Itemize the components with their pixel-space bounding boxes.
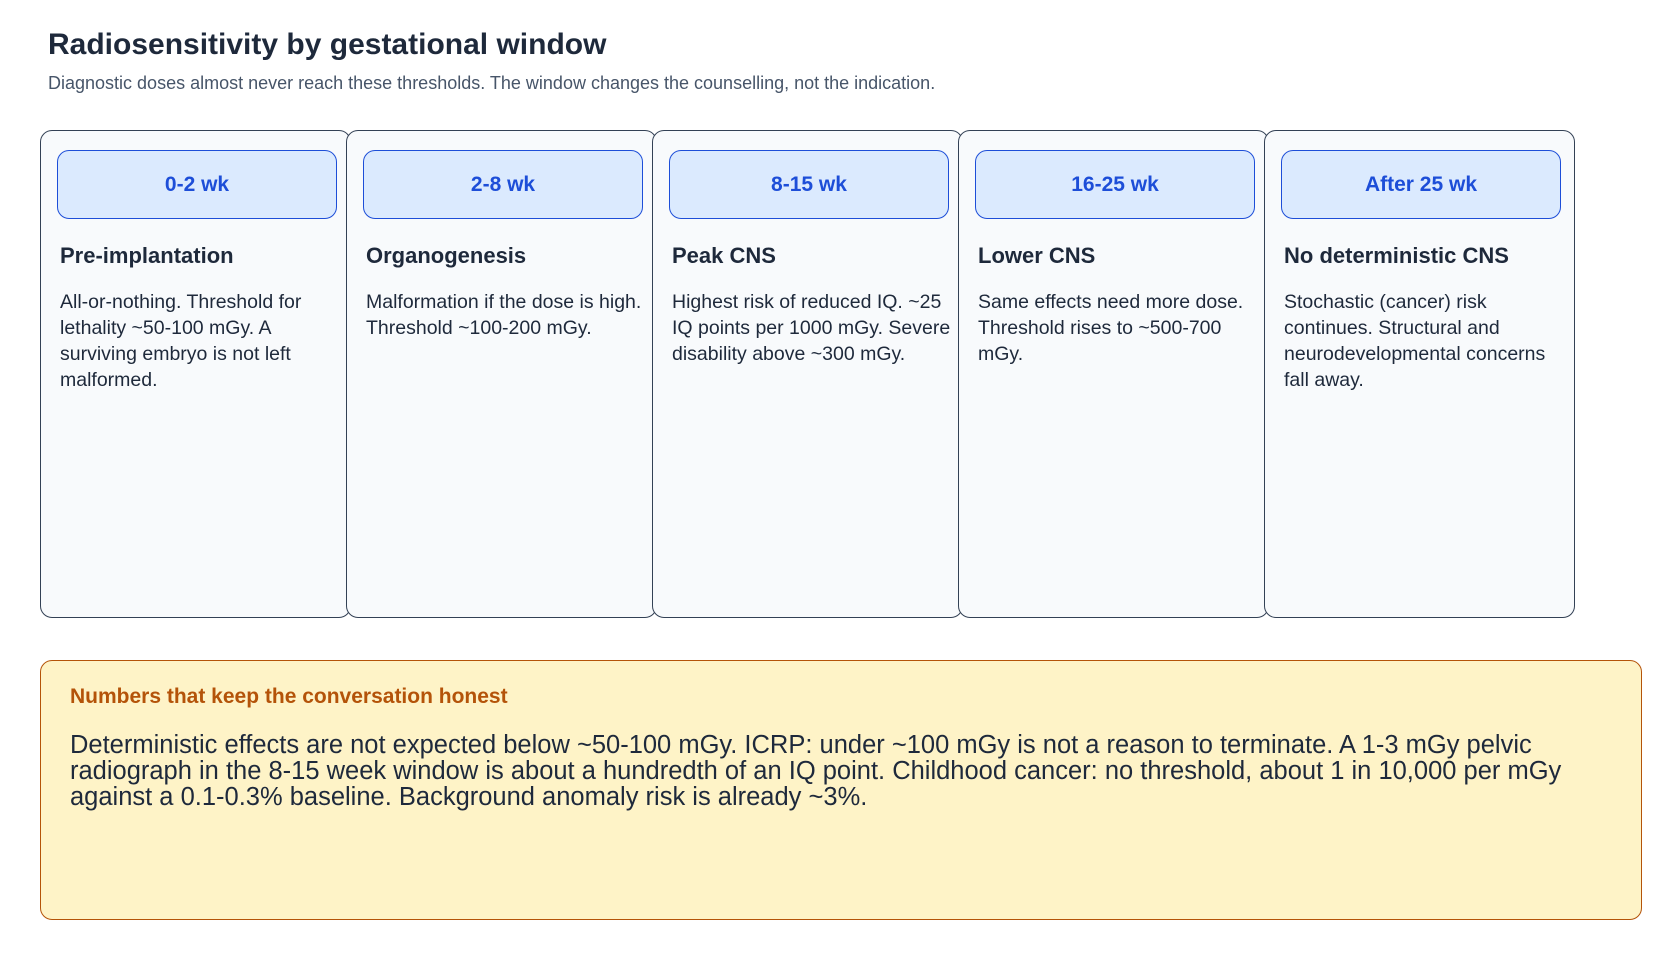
window-card-after-25-wk: After 25 wk No deterministic CNS Stochas… bbox=[1264, 130, 1575, 618]
window-tab: 8-15 wk bbox=[669, 150, 949, 219]
window-description: Highest risk of reduced IQ. ~25 IQ point… bbox=[672, 291, 951, 365]
window-description: Stochastic (cancer) risk continues. Stru… bbox=[1284, 291, 1546, 391]
window-tab: 2-8 wk bbox=[363, 150, 643, 219]
window-card-0-2-wk: 0-2 wk Pre-implantation All-or-nothing. … bbox=[40, 130, 351, 618]
window-card-8-15-wk: 8-15 wk Peak CNS Highest risk of reduced… bbox=[652, 130, 963, 618]
window-card-2-8-wk: 2-8 wk Organogenesis Malformation if the… bbox=[346, 130, 657, 618]
page-title: Radiosensitivity by gestational window bbox=[48, 28, 607, 61]
window-tab: 0-2 wk bbox=[57, 150, 337, 219]
window-tab: After 25 wk bbox=[1281, 150, 1561, 219]
window-heading: Lower CNS bbox=[978, 243, 1096, 268]
key-numbers-callout: Numbers that keep the conversation hones… bbox=[40, 660, 1642, 920]
callout-heading: Numbers that keep the conversation hones… bbox=[70, 685, 508, 708]
window-description: Same effects need more dose. Threshold r… bbox=[978, 291, 1244, 365]
window-tab: 16-25 wk bbox=[975, 150, 1255, 219]
window-card-16-25-wk: 16-25 wk Lower CNS Same effects need mor… bbox=[958, 130, 1269, 618]
window-description: Malformation if the dose is high. Thresh… bbox=[366, 291, 642, 339]
window-heading: Organogenesis bbox=[366, 243, 527, 268]
callout-body: Deterministic effects are not expected b… bbox=[70, 731, 1562, 811]
window-heading: Pre-implantation bbox=[60, 243, 234, 268]
window-heading: Peak CNS bbox=[672, 243, 776, 268]
window-heading: No deterministic CNS bbox=[1284, 243, 1509, 268]
page-subtitle: Diagnostic doses almost never reach thes… bbox=[48, 73, 936, 93]
gestational-window-cards: 0-2 wk Pre-implantation All-or-nothing. … bbox=[40, 130, 1665, 620]
window-description: All-or-nothing. Threshold for lethality … bbox=[60, 291, 302, 391]
